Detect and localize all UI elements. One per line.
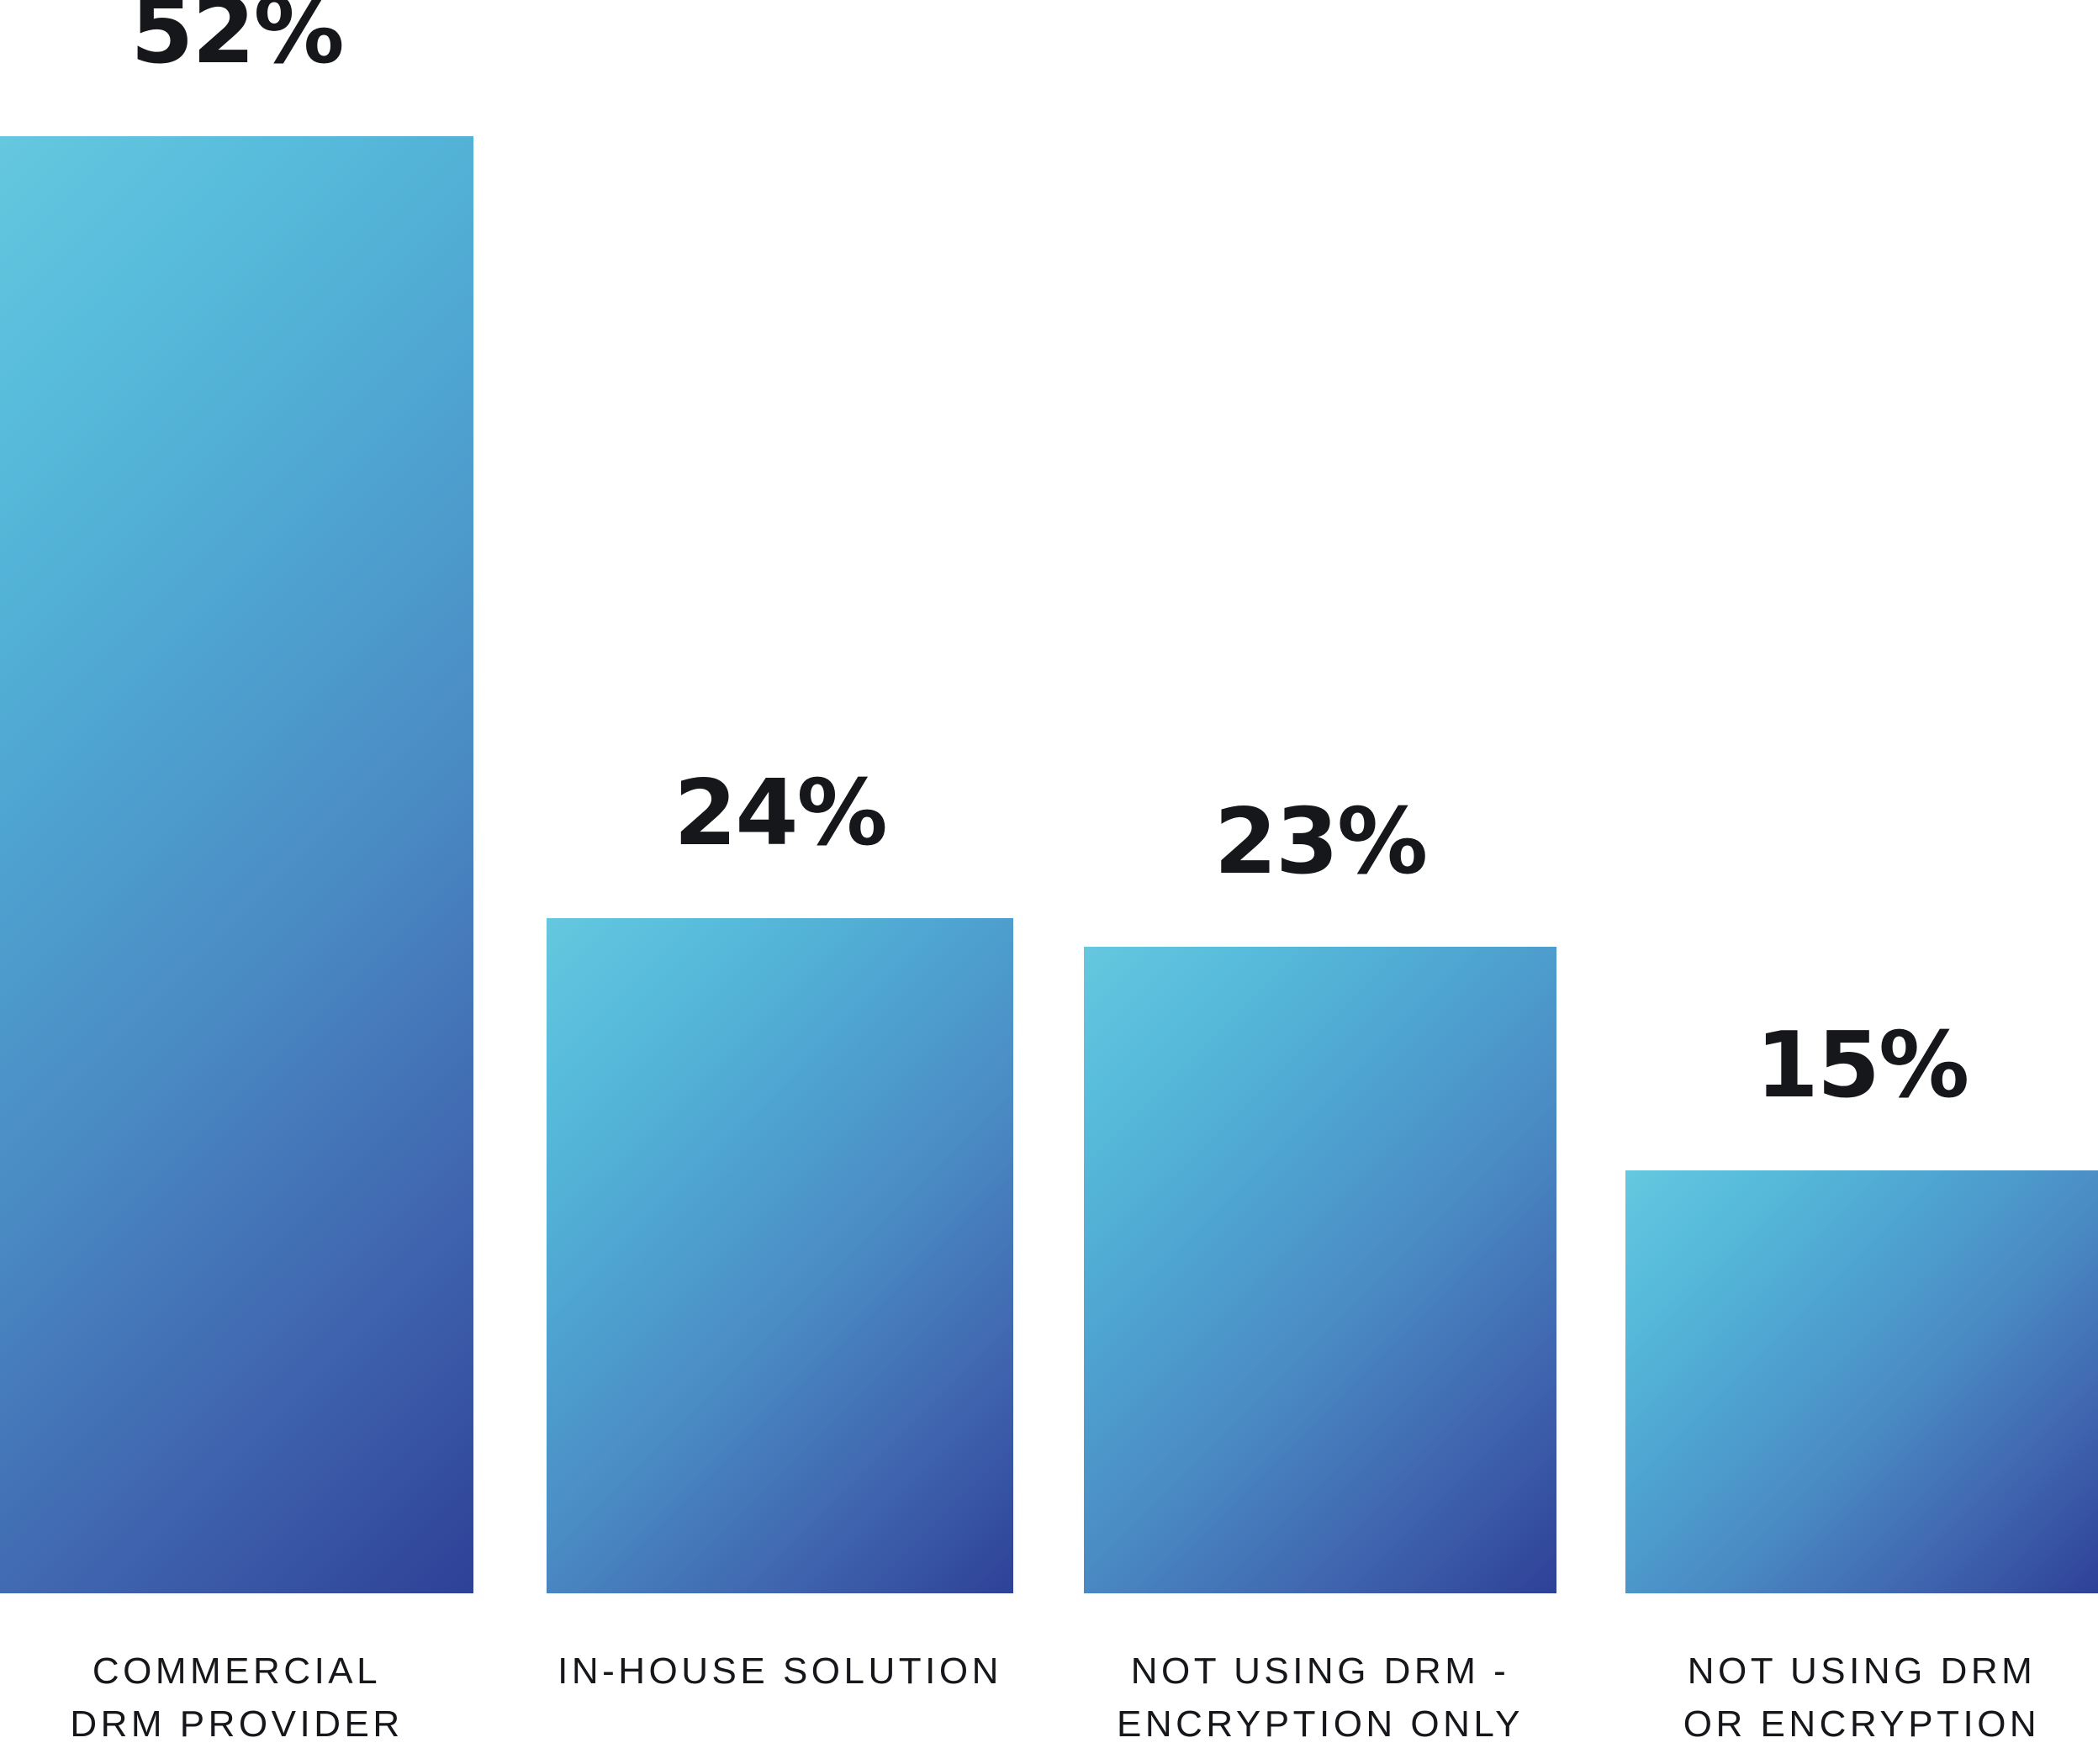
bar-group-1: 52% xyxy=(0,0,473,1593)
bar-value-label-3: 23% xyxy=(1213,790,1429,895)
bar-group-2: 24% xyxy=(547,0,1013,1593)
category-label-2: IN-HOUSE SOLUTION xyxy=(558,1650,1002,1692)
bar-rect-4[interactable] xyxy=(1625,1170,2098,1593)
bar-rect-2[interactable] xyxy=(547,918,1013,1593)
bar-value-label-1: 52% xyxy=(130,0,345,84)
bar-value-label-4: 15% xyxy=(1755,1013,1970,1118)
category-axis: COMMERCIAL DRM PROVIDER IN-HOUSE SOLUTIO… xyxy=(0,1593,2098,1764)
bar-value-label-2: 24% xyxy=(674,761,888,866)
bar-rect-1[interactable] xyxy=(0,136,473,1593)
plot-area: 52% 24% 23% 15% xyxy=(0,0,2098,1593)
bar-group-4: 15% xyxy=(1625,0,2098,1593)
bar-chart: 52% 24% 23% 15% COMMERCIAL DRM PROVIDER … xyxy=(0,0,2098,1764)
bar-group-3: 23% xyxy=(1084,0,1556,1593)
category-label-4: NOT USING DRM OR ENCRYPTION xyxy=(1683,1650,2041,1745)
category-label-3: NOT USING DRM - ENCRYPTION ONLY xyxy=(1117,1650,1524,1745)
bar-rect-3[interactable] xyxy=(1084,947,1556,1593)
category-label-1: COMMERCIAL DRM PROVIDER xyxy=(70,1650,404,1745)
